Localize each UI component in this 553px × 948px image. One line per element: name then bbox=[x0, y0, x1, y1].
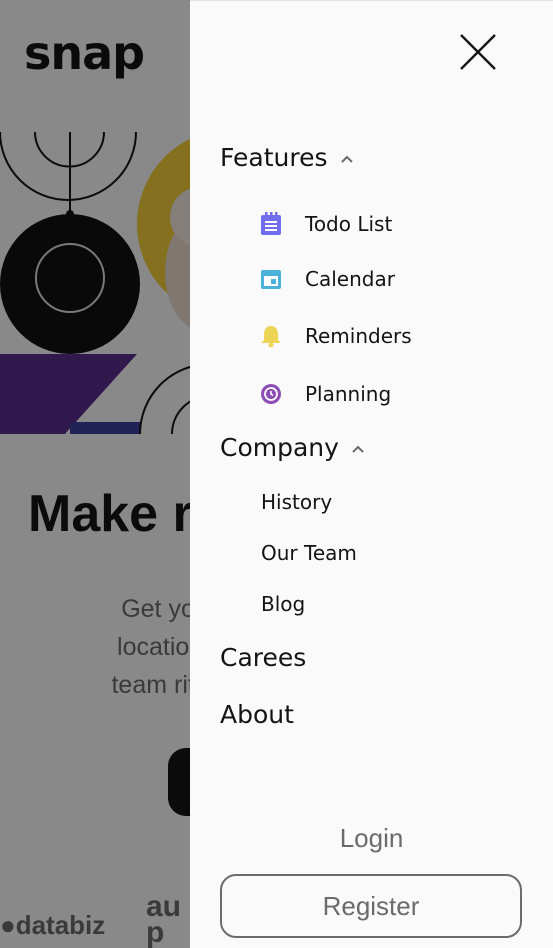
nav-company-toggle[interactable]: Company bbox=[220, 433, 365, 462]
bell-icon bbox=[260, 325, 282, 348]
login-link[interactable]: Login bbox=[190, 823, 553, 854]
chevron-up-icon bbox=[352, 445, 364, 453]
nav-about[interactable]: About bbox=[220, 700, 294, 729]
mobile-nav-drawer: Features Todo List Calendar Reminders Pl… bbox=[190, 0, 553, 948]
nav-item-label: Planning bbox=[305, 382, 392, 406]
nav-item-todo-list[interactable]: Todo List bbox=[260, 212, 392, 236]
nav-item-label: Calendar bbox=[305, 267, 395, 291]
register-button[interactable]: Register bbox=[220, 874, 522, 938]
nav-item-calendar[interactable]: Calendar bbox=[260, 267, 395, 291]
nav-item-label: Reminders bbox=[305, 324, 412, 348]
nav-careers[interactable]: Carees bbox=[220, 643, 306, 672]
close-icon[interactable] bbox=[458, 32, 498, 72]
nav-item-planning[interactable]: Planning bbox=[260, 382, 391, 406]
todo-list-icon bbox=[260, 212, 282, 235]
nav-features-toggle[interactable]: Features bbox=[220, 143, 354, 172]
calendar-icon bbox=[260, 268, 282, 290]
clock-icon bbox=[260, 383, 282, 405]
nav-item-blog[interactable]: Blog bbox=[261, 592, 305, 616]
nav-item-label: Todo List bbox=[305, 212, 393, 236]
chevron-up-icon bbox=[340, 155, 353, 163]
nav-features-label: Features bbox=[220, 143, 328, 172]
nav-item-our-team[interactable]: Our Team bbox=[261, 541, 357, 565]
nav-item-reminders[interactable]: Reminders bbox=[260, 324, 412, 348]
nav-item-history[interactable]: History bbox=[261, 490, 332, 514]
nav-company-label: Company bbox=[220, 433, 339, 462]
